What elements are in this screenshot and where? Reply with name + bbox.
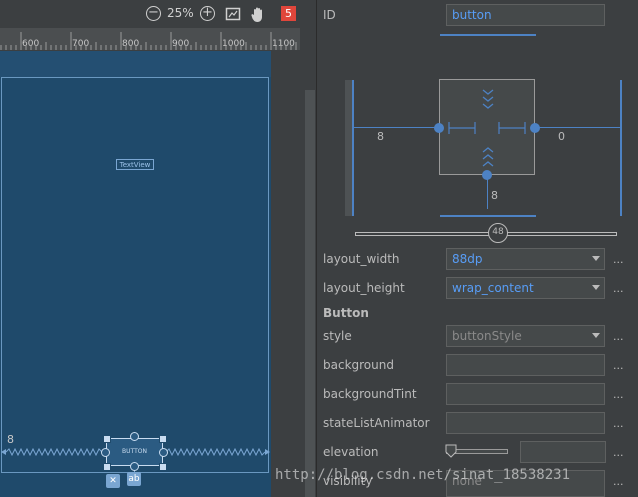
background-field[interactable] — [446, 354, 605, 376]
right-constraint-line — [535, 127, 621, 128]
clear-constraints-button[interactable]: ✕ — [106, 474, 120, 488]
design-toolbar: − 25% + 5 — [0, 0, 316, 28]
background-tint-field[interactable] — [446, 383, 605, 405]
zoom-in-icon[interactable]: + — [200, 6, 215, 21]
elevation-field[interactable] — [520, 441, 606, 463]
layout-height-more-button[interactable]: ... — [613, 282, 624, 295]
right-constraint-edge — [620, 80, 622, 216]
left-margin-label: 8 — [7, 433, 14, 446]
visibility-more-button[interactable]: ... — [613, 475, 624, 488]
fit-screen-icon[interactable] — [225, 6, 241, 22]
style-label: style — [323, 329, 352, 343]
background-tint-more-button[interactable]: ... — [613, 388, 624, 401]
state-list-animator-label: stateListAnimator — [323, 416, 430, 430]
elevation-label: elevation — [323, 445, 379, 459]
layout-height-value: wrap_content — [452, 281, 534, 295]
layout-width-more-button[interactable]: ... — [613, 253, 624, 266]
state-list-animator-more-button[interactable]: ... — [613, 417, 624, 430]
resize-handle-top-left[interactable] — [103, 435, 111, 443]
layout-height-select[interactable]: wrap_content — [446, 277, 605, 299]
elevation-slider-thumb[interactable] — [445, 444, 457, 458]
layout-height-label: layout_height — [323, 281, 405, 295]
chevron-down-icon — [592, 285, 600, 290]
layout-width-select[interactable]: 88dp — [446, 248, 605, 270]
chevron-down-icon — [592, 256, 600, 261]
elevation-more-button[interactable]: ... — [613, 446, 624, 459]
chevron-down-icon — [592, 333, 600, 338]
pan-hand-icon[interactable] — [250, 6, 266, 22]
background-label: background — [323, 358, 394, 372]
vertical-scrollbar[interactable] — [305, 90, 315, 497]
constraint-inspector: 8 0 8 48 — [345, 34, 622, 244]
id-label: ID — [323, 8, 336, 22]
layout-width-label: layout_width — [323, 252, 400, 266]
id-field[interactable]: button — [446, 4, 605, 26]
state-list-animator-field[interactable] — [446, 412, 605, 434]
textview-widget[interactable]: TextView — [116, 159, 154, 170]
top-anchor[interactable] — [130, 432, 139, 441]
baseline-toggle-button[interactable]: ab — [127, 472, 141, 486]
resize-handle-top-right[interactable] — [159, 435, 167, 443]
device-status-area — [0, 51, 271, 77]
style-value: buttonStyle — [452, 329, 522, 343]
left-constraint-edge — [352, 80, 354, 216]
width-fixed-indicator-icon[interactable] — [445, 121, 529, 135]
resize-handle-bottom-right[interactable] — [159, 463, 167, 471]
bottom-constraint-bar — [440, 215, 536, 217]
top-wrap-chevrons-icon[interactable] — [481, 88, 495, 112]
style-select[interactable]: buttonStyle — [446, 325, 605, 347]
section-title: Button — [323, 306, 369, 320]
watermark: http://blog.csdn.net/sinat_18538231 — [275, 467, 571, 483]
left-constraint-handle[interactable] — [434, 123, 444, 133]
left-constraint-line — [354, 127, 440, 128]
layout-width-value: 88dp — [452, 252, 483, 266]
right-anchor[interactable] — [159, 448, 168, 457]
layout-bounds — [1, 77, 269, 473]
background-tint-label: backgroundTint — [323, 387, 417, 401]
bias-slider-track[interactable] — [355, 232, 617, 236]
bottom-wrap-chevrons-icon[interactable] — [481, 144, 495, 168]
bias-slider-thumb[interactable]: 48 — [488, 223, 508, 243]
zoom-out-icon[interactable]: − — [146, 6, 161, 21]
horizontal-ruler: 600 700 800 900 1000 1100 — [0, 28, 300, 50]
background-more-button[interactable]: ... — [613, 359, 624, 372]
bottom-anchor[interactable] — [130, 462, 139, 471]
top-constraint-bar — [440, 34, 536, 36]
bottom-constraint-line — [487, 175, 488, 209]
bottom-constraint-handle[interactable] — [482, 170, 492, 180]
right-margin-value[interactable]: 0 — [558, 130, 565, 143]
bottom-margin-value[interactable]: 8 — [491, 189, 498, 202]
issues-badge[interactable]: 5 — [281, 6, 296, 21]
left-margin-value[interactable]: 8 — [377, 130, 384, 143]
design-surface: − 25% + 5 600 700 800 900 1000 1100 Text… — [0, 0, 316, 497]
right-constraint-handle[interactable] — [530, 123, 540, 133]
style-more-button[interactable]: ... — [613, 330, 624, 343]
left-anchor[interactable] — [101, 448, 110, 457]
resize-handle-bottom-left[interactable] — [103, 463, 111, 471]
zoom-level: 25% — [167, 6, 194, 20]
properties-panel: ID button 8 0 8 48 layout_width 88dp ...… — [317, 0, 638, 497]
ruler-ticks — [0, 32, 297, 50]
